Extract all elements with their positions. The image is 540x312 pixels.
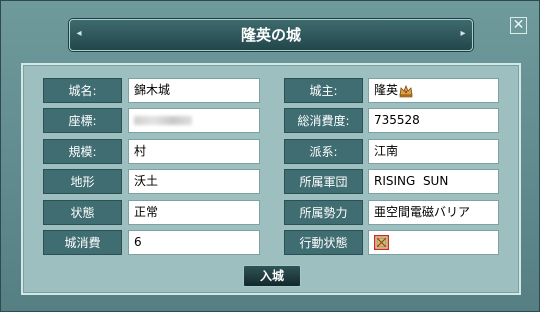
castle-info-panel: 城名: 錦木城 座標: 規模: 村 地形 沃土 状態 正常 城消費 6 城主: … xyxy=(21,63,521,295)
close-icon[interactable]: ✕ xyxy=(510,17,527,34)
dialog-window: ✕ ◂ 隆英の城 ▸ 城名: 錦木城 座標: 規模: 村 地形 沃土 状態 正常… xyxy=(0,0,540,312)
status-icon xyxy=(374,235,389,250)
scale-label: 規模: xyxy=(43,139,122,164)
lord-value: 隆英 xyxy=(368,78,499,103)
total-consumption-label: 総消費度: xyxy=(284,108,363,133)
corps-label: 所属軍団 xyxy=(284,169,363,194)
status-value: 正常 xyxy=(128,200,260,225)
faction-value: 江南 xyxy=(368,139,499,164)
faction-label: 派系: xyxy=(284,139,363,164)
action-status-label: 行動状態 xyxy=(284,230,363,255)
castle-name-label: 城名: xyxy=(43,78,122,103)
alliance-label: 所属勢力 xyxy=(284,200,363,225)
lord-label: 城主: xyxy=(284,78,363,103)
total-consumption-value: 735528 xyxy=(368,108,499,133)
scale-value: 村 xyxy=(128,139,260,164)
title-ornament-left-icon: ◂ xyxy=(76,28,82,39)
castle-consumption-label: 城消費 xyxy=(43,230,122,255)
lord-name: 隆英 xyxy=(374,83,399,97)
alliance-value: 亜空間電磁バリア xyxy=(368,200,499,225)
corps-value: RISING SUN xyxy=(368,169,499,194)
terrain-value: 沃土 xyxy=(128,169,260,194)
crown-icon xyxy=(399,84,413,97)
status-label: 状態 xyxy=(43,200,122,225)
castle-name-value: 錦木城 xyxy=(128,78,260,103)
coordinates-value xyxy=(128,108,260,133)
castle-consumption-value: 6 xyxy=(128,230,260,255)
dialog-title-bar: ◂ 隆英の城 ▸ xyxy=(69,19,473,51)
title-ornament-right-icon: ▸ xyxy=(460,28,466,39)
action-status-value xyxy=(368,230,499,255)
blurred-coordinates xyxy=(134,116,192,125)
enter-castle-button[interactable]: 入城 xyxy=(243,265,301,287)
coordinates-label: 座標: xyxy=(43,108,122,133)
dialog-title: 隆英の城 xyxy=(240,26,301,44)
terrain-label: 地形 xyxy=(43,169,122,194)
